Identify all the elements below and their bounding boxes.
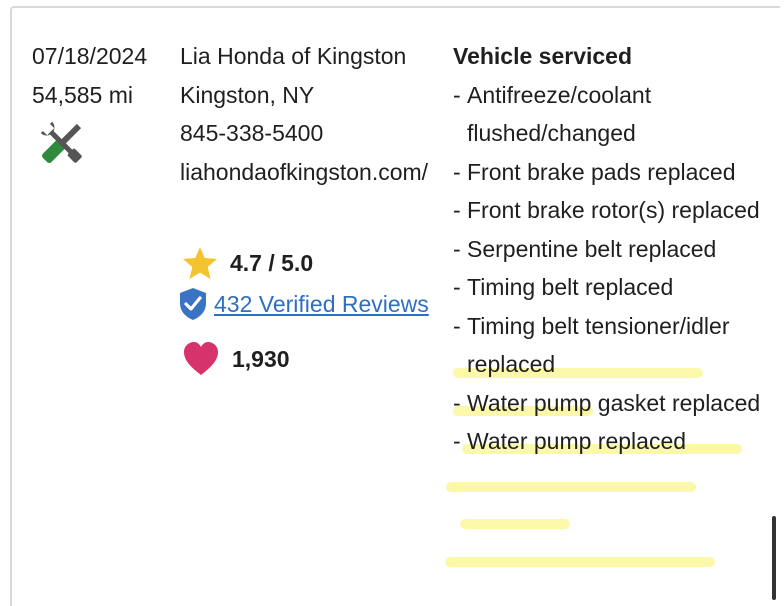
bullet-dash: - (453, 197, 461, 223)
service-item-text: Front brake rotor(s) replaced (467, 197, 760, 223)
dealer-phone[interactable]: 845-338-5400 (180, 114, 442, 153)
service-mileage: 54,585 mi (32, 81, 134, 108)
services-list: - Antifreeze/coolant flushed/changed - Fro… (453, 76, 773, 461)
bullet-dash: - (453, 312, 461, 339)
verified-shield-icon (180, 288, 206, 320)
services-title: Vehicle serviced (453, 43, 633, 69)
service-item-highlighted: - Timing belt tensioner/idler replaced (453, 307, 773, 384)
bullet-dash: - (453, 274, 461, 300)
rating-value: 4.7 / 5.0 (230, 249, 314, 276)
dealer-website[interactable]: liahondaofkingston.com/ (180, 153, 442, 192)
services-column: Vehicle serviced - Antifreeze/coolant flu… (453, 37, 773, 461)
dealer-rating: 4.7 / 5.0 (182, 246, 313, 280)
service-item-text: Front brake pads replaced (467, 158, 736, 185)
bullet-dash: - (453, 158, 461, 185)
service-date: 07/18/2024 (32, 43, 148, 69)
highlight-mark (460, 519, 570, 529)
service-item: - Front brake pads replaced (453, 153, 773, 192)
service-item-highlighted: - Timing belt replaced (453, 268, 773, 307)
dealer-column: Lia Honda of Kingston Kingston, NY 845-3… (180, 37, 442, 191)
highlight-mark (445, 557, 715, 567)
service-item-text: Antifreeze/coolant flushed/changed (467, 81, 652, 147)
likes-count: 1,930 (232, 345, 290, 372)
service-item-highlighted: - Water pump replaced (453, 422, 773, 461)
service-item: - Front brake rotor(s) replaced (453, 191, 773, 230)
service-item-text: Timing belt tensioner/idler replaced (467, 312, 730, 378)
reviews-row[interactable]: 432 Verified Reviews (178, 287, 429, 321)
service-item-highlighted: - Water pump gasket replaced (453, 384, 773, 423)
bullet-dash: - (453, 389, 461, 416)
star-icon (183, 247, 217, 279)
scrollbar[interactable] (772, 516, 776, 600)
service-item-text: Timing belt replaced (467, 274, 674, 300)
bullet-dash: - (453, 235, 461, 262)
dealer-name[interactable]: Lia Honda of Kingston (180, 37, 442, 76)
tools-icon (40, 121, 82, 163)
heart-icon[interactable] (182, 341, 220, 377)
verified-reviews-link[interactable]: 432 Verified Reviews (214, 291, 429, 318)
bullet-dash: - (453, 81, 461, 108)
service-item: - Serpentine belt replaced (453, 230, 773, 269)
bullet-dash: - (453, 428, 461, 454)
record-date-column: 07/18/2024 54,585 mi (32, 37, 172, 114)
service-item: - Antifreeze/coolant flushed/changed (453, 76, 773, 153)
dealer-likes: 1,930 (182, 341, 290, 377)
dealer-location: Kingston, NY (180, 81, 315, 108)
service-item-text: Water pump replaced (467, 428, 687, 454)
service-item-text: Serpentine belt replaced (467, 235, 717, 262)
service-item-text: Water pump gasket replaced (467, 389, 761, 416)
highlight-mark (446, 482, 696, 492)
